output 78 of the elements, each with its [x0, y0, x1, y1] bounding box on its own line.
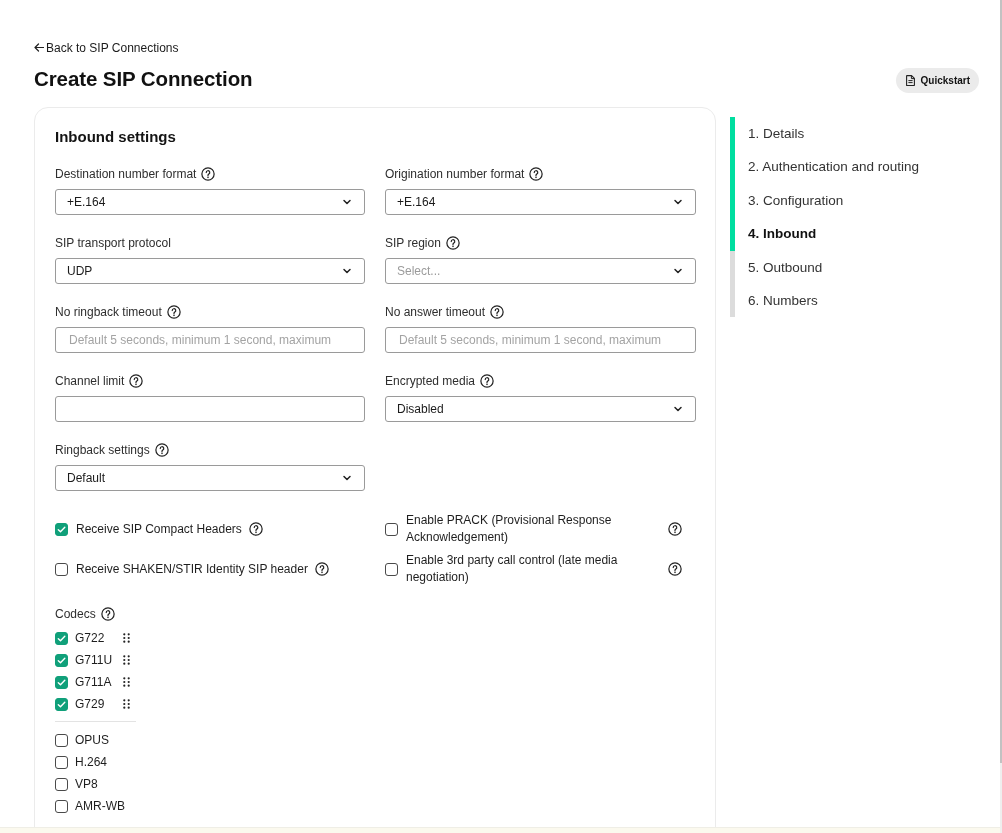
step-item[interactable]: 6. Numbers — [730, 283, 920, 318]
step-item[interactable]: 1. Details — [730, 117, 920, 151]
help-icon[interactable] — [314, 562, 329, 576]
checkbox-label: Enable 3rd party call control (late media negotiation) — [406, 552, 619, 586]
help-icon[interactable] — [166, 305, 181, 319]
help-icon[interactable] — [129, 374, 144, 388]
step-item[interactable]: 2. Authentication and routing — [730, 150, 920, 184]
checkbox[interactable] — [55, 562, 68, 576]
codec-label: G711U — [75, 652, 114, 668]
field-label: Encrypted media — [385, 374, 476, 388]
help-icon[interactable] — [490, 305, 505, 319]
help-icon[interactable] — [248, 522, 263, 536]
document-icon — [905, 75, 915, 86]
dropdown[interactable]: +E.164 — [55, 189, 365, 215]
step-item[interactable]: 5. Outbound — [730, 250, 920, 284]
input-field[interactable]: Default 5 seconds, minimum 1 second, maximum — [55, 327, 365, 353]
help-icon[interactable] — [445, 236, 460, 250]
codec-label: H.264 — [75, 754, 109, 770]
checkbox[interactable] — [385, 522, 398, 536]
dropdown[interactable]: UDP — [55, 258, 365, 284]
dropdown[interactable]: +E.164 — [385, 189, 696, 215]
chevron-down-icon — [673, 197, 683, 207]
help-icon[interactable] — [100, 607, 115, 621]
chevron-down-icon — [673, 266, 683, 276]
drag-handle-icon[interactable] — [123, 677, 130, 687]
checkbox[interactable] — [55, 697, 68, 711]
step-item[interactable]: 4. Inbound — [730, 217, 920, 251]
checkbox[interactable] — [55, 733, 68, 747]
help-icon[interactable] — [154, 443, 169, 457]
input-field[interactable] — [55, 396, 365, 422]
checkbox[interactable] — [55, 799, 68, 813]
section-title: Inbound settings — [55, 127, 177, 147]
codec-label: G729 — [75, 696, 106, 712]
chevron-down-icon — [673, 404, 683, 414]
field-label: Destination number format — [55, 167, 197, 181]
dropdown[interactable]: Disabled — [385, 396, 696, 422]
field-label: SIP transport protocol — [55, 236, 171, 250]
field-label: SIP region — [385, 236, 441, 250]
back-link[interactable]: Back to SIP Connections — [34, 39, 179, 56]
field-label: No ringback timeout — [55, 305, 162, 319]
codec-label: G711A — [75, 674, 113, 690]
codec-label: VP8 — [75, 776, 99, 792]
field-label: Ringback settings — [55, 443, 150, 457]
quickstart-button[interactable]: Quickstart — [895, 68, 979, 93]
checkbox[interactable] — [55, 755, 68, 769]
checkbox[interactable] — [55, 522, 68, 536]
drag-handle-icon[interactable] — [123, 655, 130, 665]
checkbox[interactable] — [55, 675, 68, 689]
chevron-down-icon — [342, 197, 352, 207]
help-icon[interactable] — [529, 167, 544, 181]
checkbox-label: Receive SHAKEN/STIR Identity SIP header — [76, 560, 308, 578]
field-label: No answer timeout — [385, 305, 486, 319]
dropdown[interactable]: Default — [55, 465, 365, 491]
checkbox[interactable] — [55, 777, 68, 791]
chevron-down-icon — [342, 266, 352, 276]
checkbox[interactable] — [55, 631, 68, 645]
left-arrow-icon — [34, 43, 44, 52]
help-icon[interactable] — [480, 374, 495, 388]
page-title: Create SIP Connection — [34, 65, 253, 92]
help-icon[interactable] — [668, 562, 682, 576]
drag-handle-icon[interactable] — [123, 633, 130, 643]
checkbox-label: Receive SIP Compact Headers — [76, 520, 242, 538]
codec-label: AMR-WB — [75, 798, 125, 814]
field-label: Channel limit — [55, 374, 125, 388]
drag-handle-icon[interactable] — [123, 699, 130, 709]
input-field[interactable]: Default 5 seconds, minimum 1 second, maximum — [385, 327, 696, 353]
codec-label: G722 — [75, 630, 106, 646]
field-label: Codecs — [55, 607, 96, 621]
codec-label: OPUS — [75, 732, 110, 748]
help-icon[interactable] — [201, 167, 216, 181]
field-label: Origination number format — [385, 167, 525, 181]
step-item[interactable]: 3. Configuration — [730, 183, 920, 218]
help-icon[interactable] — [668, 522, 682, 536]
chevron-down-icon — [342, 473, 352, 483]
checkbox[interactable] — [55, 653, 68, 667]
checkbox[interactable] — [385, 562, 398, 576]
scrollbar-thumb[interactable] — [1000, 0, 1002, 763]
checkbox-label: Enable PRACK (Provisional Response Acknowledgement) — [406, 512, 613, 546]
